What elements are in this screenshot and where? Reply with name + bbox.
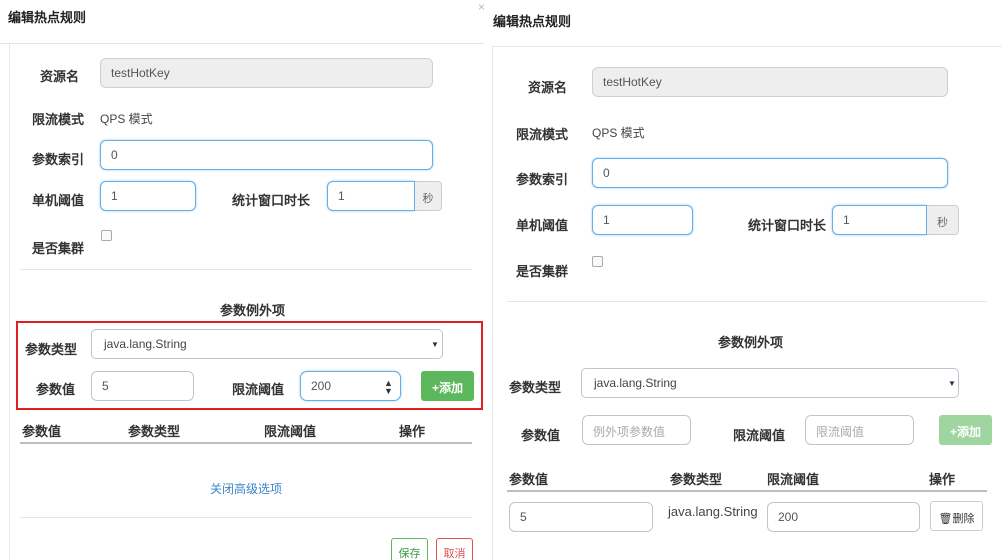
param-value-label: 参数值	[521, 428, 561, 443]
save-button[interactable]: 保存	[391, 538, 428, 560]
window-input[interactable]: 1	[832, 205, 927, 235]
table-header-param-type: 参数类型	[670, 472, 723, 487]
right-dialog-title: 编辑热点规则	[493, 14, 572, 29]
row-param-type: java.lang.String	[668, 504, 758, 519]
param-index-input[interactable]: 0	[100, 140, 433, 170]
threshold-label: 单机阈值	[32, 193, 85, 208]
spinner-arrows-icon[interactable]: ▲ ▼	[384, 379, 393, 396]
left-dialog-header: 编辑热点规则	[0, 0, 484, 44]
param-value-input[interactable]: 例外项参数值	[582, 415, 691, 445]
chevron-down-icon: ▼	[431, 340, 439, 349]
resource-name-label: 资源名	[40, 69, 80, 84]
table-header-action: 操作	[399, 424, 426, 439]
limit-mode-value: QPS 模式	[592, 126, 645, 140]
window-unit-addon: 秒	[927, 205, 959, 235]
left-dialog-title: 编辑热点规则	[8, 10, 87, 25]
table-header-param-value: 参数值	[509, 472, 549, 487]
table-header-param-value: 参数值	[22, 424, 62, 439]
right-divider-1	[507, 301, 987, 302]
left-divider-1	[20, 269, 472, 270]
right-edit-hotspot-dialog: 编辑热点规则 资源名 testHotKey 限流模式 QPS 模式 参数索引 0…	[490, 0, 1002, 560]
resource-name-input[interactable]: testHotKey	[592, 67, 948, 97]
table-header-limit: 限流阈值	[264, 424, 317, 439]
row-limit-input[interactable]: 200	[767, 502, 920, 532]
window-unit-addon: 秒	[415, 181, 442, 211]
table-header-line	[20, 442, 472, 444]
limit-mode-label: 限流模式	[32, 112, 85, 127]
cluster-checkbox[interactable]	[592, 256, 603, 267]
cluster-checkbox[interactable]	[101, 230, 112, 241]
param-index-label: 参数索引	[32, 152, 85, 167]
exception-title: 参数例外项	[220, 303, 286, 318]
window-label: 统计窗口时长	[232, 193, 311, 208]
row-param-value-input[interactable]: 5	[509, 502, 653, 532]
param-type-label: 参数类型	[25, 342, 78, 357]
param-type-select[interactable]: java.lang.String	[91, 329, 443, 359]
table-header-line	[507, 490, 987, 492]
param-type-select[interactable]: java.lang.String	[581, 368, 959, 398]
limit-threshold-input[interactable]: 限流阈值	[805, 415, 914, 445]
trash-icon: 🗑	[938, 513, 953, 525]
param-value-label: 参数值	[36, 382, 76, 397]
left-dialog-body: 资源名 testHotKey 限流模式 QPS 模式 参数索引 0 单机阈值 1…	[9, 44, 484, 560]
plus-icon: +	[431, 381, 439, 395]
delete-row-button[interactable]: 🗑删除	[930, 501, 983, 531]
window-label: 统计窗口时长	[748, 218, 827, 233]
cancel-button[interactable]: 取消	[436, 538, 473, 560]
delete-button-label: 删除	[952, 513, 975, 525]
limit-threshold-label: 限流阈值	[733, 428, 786, 443]
close-advanced-link[interactable]: 关闭高级选项	[210, 480, 282, 497]
add-exception-button[interactable]: +添加	[939, 415, 992, 445]
right-dialog-header: 编辑热点规则	[490, 0, 1002, 46]
table-header-limit: 限流阈值	[767, 472, 820, 487]
add-exception-button[interactable]: +添加	[421, 371, 474, 401]
chevron-down-icon: ▼	[948, 379, 956, 388]
limit-mode-label: 限流模式	[516, 127, 569, 142]
param-index-label: 参数索引	[516, 172, 569, 187]
threshold-input[interactable]: 1	[592, 205, 693, 235]
add-button-label: 添加	[957, 425, 982, 439]
cluster-label: 是否集群	[32, 241, 85, 256]
limit-mode-value: QPS 模式	[100, 112, 153, 126]
right-dialog-body: 资源名 testHotKey 限流模式 QPS 模式 参数索引 0 单机阈值 1…	[492, 46, 1002, 560]
plus-icon: +	[949, 425, 957, 439]
resource-name-label: 资源名	[528, 80, 568, 95]
limit-threshold-label: 限流阈值	[232, 382, 285, 397]
exception-title: 参数例外项	[718, 335, 784, 350]
add-button-label: 添加	[439, 381, 464, 395]
cluster-label: 是否集群	[516, 264, 569, 279]
table-header-param-type: 参数类型	[128, 424, 181, 439]
left-close-icon[interactable]: ×	[478, 0, 485, 14]
param-value-input[interactable]: 5	[91, 371, 194, 401]
resource-name-input[interactable]: testHotKey	[100, 58, 433, 88]
threshold-label: 单机阈值	[516, 218, 569, 233]
left-divider-2	[20, 517, 472, 518]
param-index-input[interactable]: 0	[592, 158, 948, 188]
window-input[interactable]: 1	[327, 181, 415, 211]
param-type-label: 参数类型	[509, 380, 562, 395]
table-header-action: 操作	[929, 472, 956, 487]
threshold-input[interactable]: 1	[100, 181, 196, 211]
left-edit-hotspot-dialog: 编辑热点规则 × 资源名 testHotKey 限流模式 QPS 模式 参数索引…	[0, 0, 485, 560]
screenshot-composite: 编辑热点规则 × 资源名 testHotKey 限流模式 QPS 模式 参数索引…	[0, 0, 1002, 560]
